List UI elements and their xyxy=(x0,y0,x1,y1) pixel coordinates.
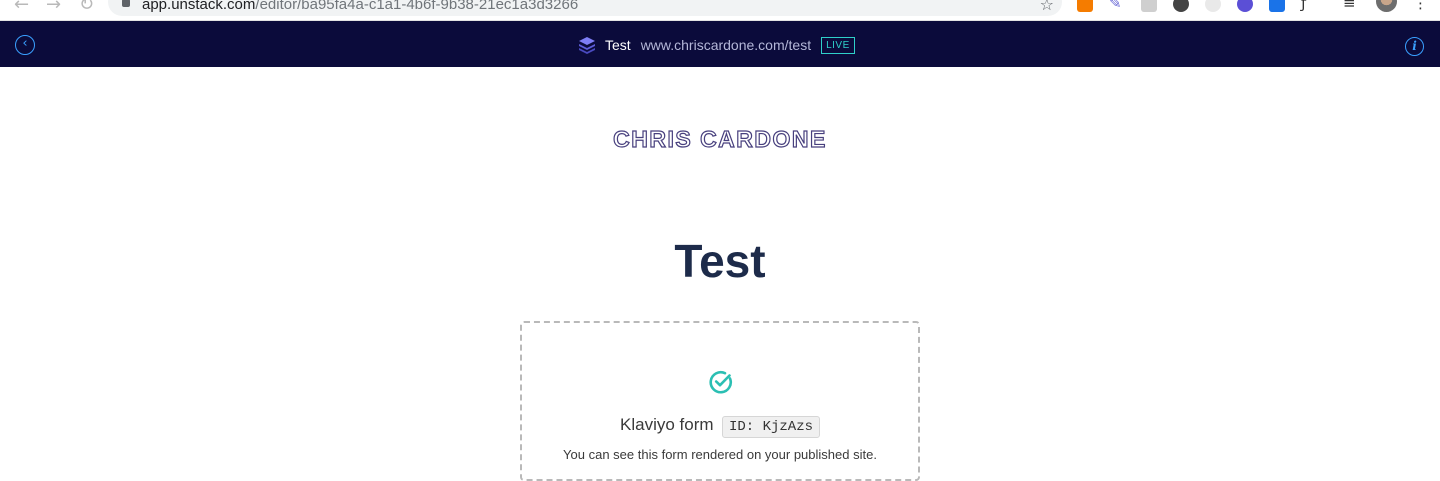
page-name: Test xyxy=(605,37,631,53)
browser-reload-icon[interactable]: ↻ xyxy=(79,0,94,15)
klaviyo-form-placeholder[interactable]: Klaviyo form ID: KjzAzs You can see this… xyxy=(520,321,920,481)
extension-icon[interactable] xyxy=(1141,0,1157,12)
extension-icon[interactable] xyxy=(1205,0,1221,12)
page-url[interactable]: www.chriscardone.com/test xyxy=(641,37,811,53)
site-logo[interactable]: CHRIS CARDONE xyxy=(0,125,1440,153)
check-circle-icon xyxy=(709,370,732,394)
form-type-label: Klaviyo form xyxy=(620,415,714,434)
extension-icon[interactable] xyxy=(1077,0,1093,12)
chevron-left-icon[interactable]: ‹ xyxy=(15,35,35,55)
status-badge: LIVE xyxy=(821,36,855,54)
address-bar[interactable]: app.unstack.com/editor/ba95fa4a-c1a1-4b6… xyxy=(108,0,1062,16)
lock-icon xyxy=(122,0,130,7)
extension-icon[interactable]: ✎ xyxy=(1109,0,1122,12)
layers-icon xyxy=(579,37,595,54)
extension-icon[interactable] xyxy=(1173,0,1189,12)
browser-forward-icon[interactable]: → xyxy=(46,0,61,15)
browser-menu-icon[interactable]: ⋮ xyxy=(1413,0,1428,12)
browser-toolbar: ← → ↻ app.unstack.com/editor/ba95fa4a-c1… xyxy=(0,0,1440,21)
address-url[interactable]: app.unstack.com/editor/ba95fa4a-c1a1-4b6… xyxy=(142,0,578,13)
editor-top-bar: ‹ Test www.chriscardone.com/test LIVE i xyxy=(0,21,1440,67)
page-headline[interactable]: Test xyxy=(0,234,1440,288)
form-id-code: ID: KjzAzs xyxy=(721,416,820,438)
bookmark-star-icon[interactable]: ☆ xyxy=(1040,0,1054,14)
page-info: Test www.chriscardone.com/test LIVE xyxy=(577,34,855,56)
extension-icon[interactable]: ƒ xyxy=(1301,0,1306,12)
browser-back-icon[interactable]: ← xyxy=(14,0,29,15)
extension-icon[interactable] xyxy=(1237,0,1253,12)
info-icon[interactable]: i xyxy=(1405,37,1424,56)
media-control-icon[interactable]: ≡ xyxy=(1343,0,1356,12)
form-label-row: Klaviyo form ID: KjzAzs xyxy=(522,415,918,438)
profile-avatar[interactable] xyxy=(1376,0,1397,12)
extension-icon[interactable] xyxy=(1269,0,1285,12)
